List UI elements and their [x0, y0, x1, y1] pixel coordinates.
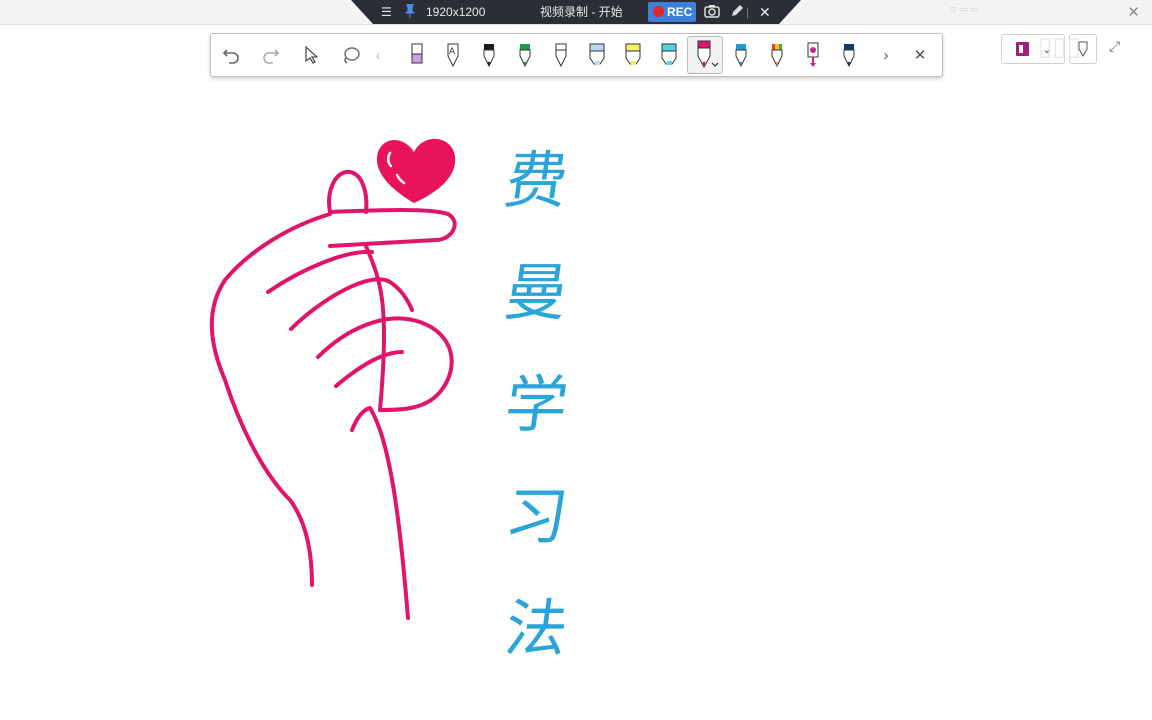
pen-rainbow[interactable] — [759, 34, 795, 76]
resolution-label: 1920x1200 — [426, 5, 486, 19]
rec-button[interactable]: REC — [648, 2, 696, 22]
recorder-bar: ☰ 1920x1200 视频录制 - 开始 REC | ✕ — [351, 0, 801, 24]
recorder-close-icon[interactable]: ✕ — [759, 4, 771, 20]
highlighter-cyan[interactable] — [651, 34, 687, 76]
highlighter-yellow[interactable] — [615, 34, 651, 76]
pen-black[interactable] — [471, 34, 507, 76]
char-5: 法 — [500, 592, 573, 665]
separator: | — [746, 5, 750, 19]
svg-text:A: A — [449, 47, 456, 57]
rec-label: REC — [667, 5, 693, 19]
notebook-icon — [1016, 42, 1030, 56]
pen-blue[interactable] — [723, 34, 759, 76]
char-1: 费 — [500, 144, 573, 217]
pen-text-a[interactable]: A — [435, 34, 471, 76]
pen-lavender[interactable] — [399, 34, 435, 76]
heart-shape — [376, 138, 456, 203]
camera-icon[interactable] — [704, 4, 720, 22]
window-close-icon[interactable]: ✕ — [1127, 3, 1140, 21]
char-2: 曼 — [500, 256, 573, 329]
char-3: 学 — [500, 368, 573, 441]
menu-icon[interactable]: ☰ — [381, 4, 392, 20]
hand-strokes — [209, 169, 457, 620]
pen-magenta-stamp[interactable] — [795, 34, 831, 76]
select-icon[interactable] — [293, 34, 329, 76]
pen-green[interactable] — [507, 34, 543, 76]
watermark-logo: ▯▯▯ — [1038, 31, 1081, 61]
pen-white[interactable] — [543, 34, 579, 76]
expand-icon[interactable]: ⤢ — [1109, 38, 1120, 55]
lasso-icon[interactable] — [333, 34, 369, 76]
undo-icon[interactable] — [213, 34, 249, 76]
pencil-icon[interactable] — [730, 4, 744, 22]
pen-navy[interactable] — [831, 34, 867, 76]
char-4: 习 — [500, 480, 573, 553]
redo-icon[interactable] — [253, 34, 289, 76]
scroll-right-icon[interactable]: › — [875, 34, 897, 76]
scroll-left-icon[interactable]: ‹ — [371, 34, 385, 76]
record-dot-icon — [653, 6, 664, 17]
handwritten-text: 费 曼 学 习 法 — [488, 144, 578, 710]
drawing-canvas[interactable]: 费 曼 学 习 法 — [0, 80, 1152, 720]
pen-pink-selected[interactable] — [687, 36, 723, 74]
faint-background-text: ≡ ═ ═ — [950, 4, 979, 16]
ink-toolbar: ‹ A › ✕ — [210, 33, 943, 77]
highlighter-lightblue[interactable] — [579, 34, 615, 76]
pin-icon[interactable] — [405, 4, 415, 22]
recorder-title: 视频录制 - 开始 — [540, 5, 623, 19]
toolbar-close-icon[interactable]: ✕ — [905, 34, 935, 76]
